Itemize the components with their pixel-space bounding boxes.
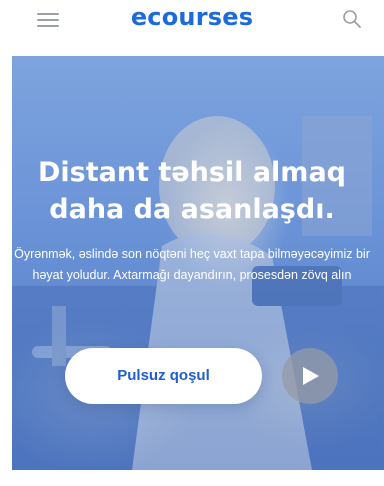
brand-logo[interactable]: ecourses [0,3,384,31]
search-icon[interactable] [342,9,362,29]
hero-title: Distant təhsil almaq daha da asanlaşdı. [12,154,384,228]
play-video-button[interactable] [282,348,338,404]
hero-title-line-1: Distant təhsil almaq [38,157,346,188]
play-icon [303,367,319,385]
top-bar: ecourses [0,0,384,46]
hero-title-line-2: daha da asanlaşdı. [49,194,335,225]
hero-banner: Distant təhsil almaq daha da asanlaşdı. … [12,56,384,470]
hero-subtitle: Öyrənmək, əslində son nöqtəni heç vaxt t… [14,247,370,282]
join-free-button[interactable]: Pulsuz qoşul [65,348,262,404]
